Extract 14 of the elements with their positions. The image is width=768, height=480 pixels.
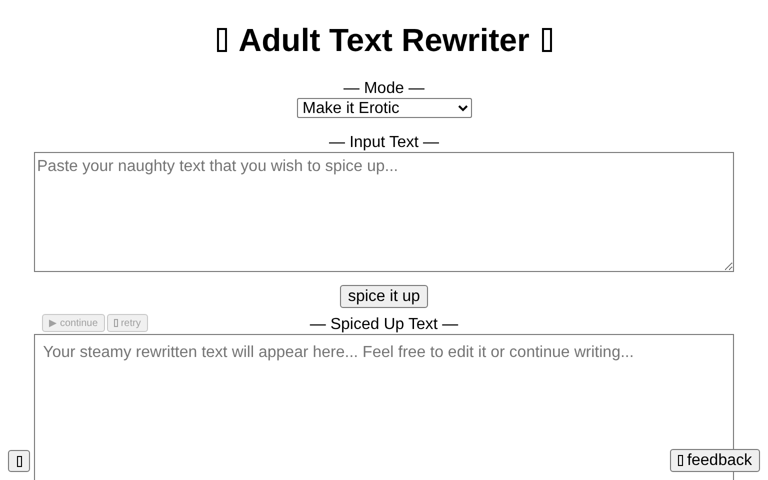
icon-button[interactable] (8, 450, 30, 472)
missing-glyph-icon (678, 455, 684, 466)
output-label: — Spiced Up Text — (310, 316, 458, 334)
feedback-button[interactable]: feedback (670, 449, 760, 472)
mode-dropdown[interactable]: Make it Erotic (296, 98, 472, 118)
missing-glyph-icon (16, 456, 22, 466)
missing-glyph-icon (114, 319, 118, 327)
mode-label: — Mode — (344, 80, 424, 98)
missing-glyph-icon (542, 28, 552, 52)
page-title: Adult Text Rewriter (238, 22, 530, 58)
spice-button[interactable]: spice it up (340, 285, 428, 308)
input-label: — Input Text — (329, 134, 439, 152)
input-field[interactable]: Paste your naughty text that you wish to spice up... (34, 152, 734, 272)
missing-glyph-icon (216, 28, 226, 52)
